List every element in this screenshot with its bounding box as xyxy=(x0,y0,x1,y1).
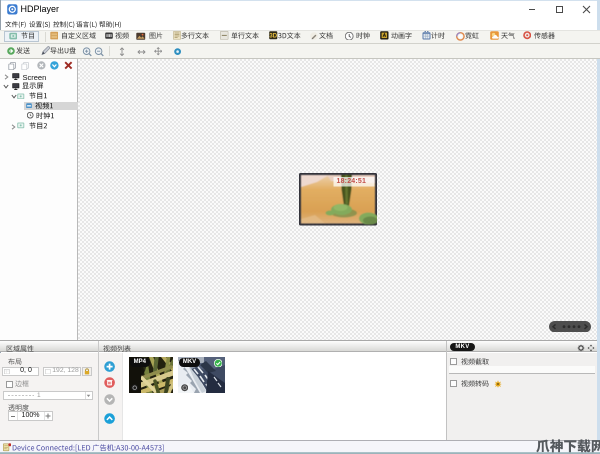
svg-text:3D: 3D xyxy=(269,34,277,40)
